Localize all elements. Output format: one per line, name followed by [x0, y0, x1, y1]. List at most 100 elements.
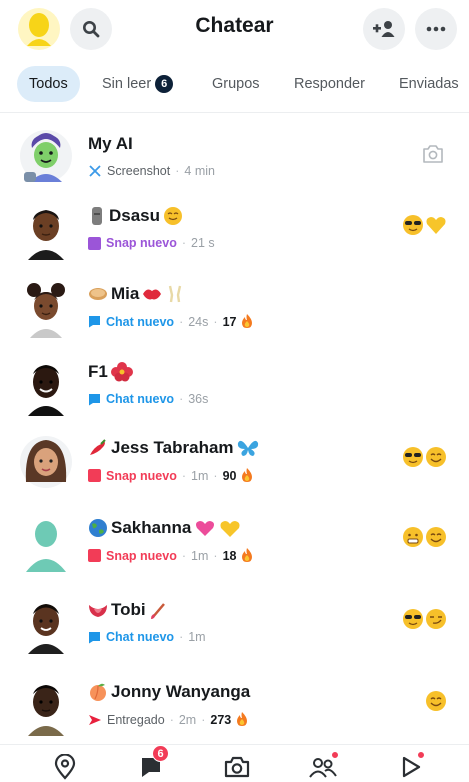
champagne-emoji-icon [169, 285, 182, 303]
filter-tabs: Todos Sin leer 6 Grupos Responder Enviada… [0, 64, 469, 104]
chat-row-sakhanna[interactable]: Sakhanna Snap nuevo · 1m · 18 [0, 504, 469, 580]
bread-emoji-icon [89, 288, 107, 300]
chat-status-line: Screenshot · 4 min [88, 164, 215, 178]
chat-name-text: Sakhanna [111, 518, 192, 537]
nav-stories[interactable] [308, 750, 340, 781]
snap-status-icon [88, 549, 101, 562]
chat-row-my-ai[interactable]: My AI Screenshot · 4 min [0, 120, 469, 196]
moai-emoji-icon [92, 207, 102, 225]
nav-map[interactable] [50, 753, 80, 781]
chat-name-text: Dsasu [109, 206, 161, 225]
chat-name: My AI [88, 134, 133, 154]
chat-name: Dsasu [88, 206, 183, 226]
separator-dot: · [175, 164, 180, 178]
chat-status-icon [89, 393, 100, 405]
more-button[interactable] [415, 8, 457, 50]
tab-enviadas[interactable]: Enviadas [387, 66, 469, 102]
search-button[interactable] [70, 8, 112, 50]
bitmoji-avatar [27, 283, 65, 338]
chat-name: Jonny Wanyanga [88, 682, 250, 702]
fire-emoji-icon [242, 548, 253, 562]
chat-row-tobi[interactable]: Tobi Chat nuevo · 1m [0, 586, 469, 662]
chat-name-text: Jess Tabraham [111, 438, 234, 457]
tab-label: Todos [29, 76, 68, 92]
chat-name: Tobi [88, 600, 169, 620]
hibiscus-emoji-icon [110, 362, 133, 382]
spotlight-notification-dot [416, 750, 426, 760]
chat-row-jess-tabraham[interactable]: Jess Tabraham Snap nuevo · 1m · 90 [0, 424, 469, 500]
separator-dot: · [179, 392, 184, 406]
smile-emoji-icon [426, 691, 446, 711]
chat-time: 1m [191, 548, 209, 563]
tab-todos[interactable]: Todos [17, 66, 80, 102]
separator-dot: · [181, 548, 187, 563]
chat-time: 21 s [191, 236, 215, 250]
map-pin-icon [54, 754, 76, 780]
bitmoji-avatar [28, 210, 64, 260]
chat-time: 1m [191, 468, 209, 483]
bottom-navigation: 6 [0, 744, 469, 782]
my-ai-avatar [20, 130, 72, 182]
yellow-heart-emoji-icon [426, 217, 446, 234]
chat-status-line: Snap nuevo · 1m · 18 [88, 548, 253, 563]
separator-dot: · [181, 236, 187, 250]
chat-row-mia[interactable]: Mia Chat nuevo · 24s · 17 [0, 270, 469, 346]
streak-count: 17 [222, 314, 237, 329]
nav-chat[interactable]: 6 [136, 745, 169, 781]
chat-status-line: Snap nuevo · 21 s [88, 236, 215, 250]
separator-dot: · [213, 314, 218, 329]
fire-emoji-icon [242, 468, 253, 482]
screenshot-icon [89, 165, 101, 177]
chat-name-text: Tobi [111, 600, 146, 619]
fire-emoji-icon [237, 712, 248, 726]
chat-row-jonny-wanyanga[interactable]: Jonny Wanyanga Entregado · 2m · 273 [0, 668, 469, 744]
chat-time: 36s [188, 392, 209, 406]
sunglasses-emoji-icon [403, 447, 423, 467]
friend-emojis [402, 446, 447, 468]
tab-label: Enviadas [399, 76, 459, 92]
separator-dot: · [181, 468, 187, 483]
profile-avatar-button[interactable] [18, 8, 60, 50]
divider [0, 112, 469, 113]
bitmoji-avatar [28, 685, 64, 736]
tab-sin-leer[interactable]: Sin leer 6 [90, 66, 185, 102]
chat-status: Chat nuevo [106, 314, 175, 329]
add-friend-button[interactable] [363, 8, 405, 50]
streak-count: 18 [222, 548, 237, 563]
chat-status: Chat nuevo [106, 392, 175, 406]
camera-reply-icon[interactable] [421, 144, 445, 164]
butterfly-emoji-icon [237, 440, 258, 456]
grimace-emoji-icon [403, 527, 423, 547]
yellow-heart-emoji-icon [220, 521, 240, 537]
separator-dot: · [179, 314, 184, 329]
chat-name-text: Mia [111, 284, 140, 303]
nav-camera[interactable] [222, 753, 252, 781]
chat-row-dsasu[interactable]: Dsasu Snap nuevo · 21 s [0, 192, 469, 268]
nav-spotlight[interactable] [396, 750, 426, 781]
chili-pepper-emoji-icon [90, 439, 106, 455]
chat-status: Snap nuevo [106, 468, 177, 483]
chat-status-line: Chat nuevo · 36s [88, 392, 208, 406]
camera-icon [224, 756, 250, 778]
globe-emoji-icon [89, 519, 107, 537]
chat-row-f1[interactable]: F1 Chat nuevo · 36s [0, 348, 469, 424]
chat-time: 1m [188, 630, 206, 644]
blush-emoji-icon [164, 207, 183, 225]
separator-dot: · [169, 712, 174, 727]
chat-status-line: Snap nuevo · 1m · 90 [88, 468, 253, 483]
tab-grupos[interactable]: Grupos [200, 66, 272, 102]
separator-dot: · [201, 712, 206, 727]
add-friend-icon [373, 21, 395, 37]
chat-name: Jess Tabraham [88, 438, 259, 458]
chat-status-icon [89, 631, 100, 643]
chat-name-text: F1 [88, 362, 108, 381]
separator-dot: · [213, 548, 218, 563]
tab-label: Sin leer [102, 76, 152, 92]
more-dots-icon [426, 26, 446, 32]
smile-emoji-icon [426, 527, 446, 547]
chat-time: 24s [188, 314, 209, 329]
tab-label: Grupos [212, 76, 260, 92]
delivered-arrow-icon [89, 714, 101, 725]
chat-unread-badge: 6 [152, 745, 169, 762]
tab-responder[interactable]: Responder [282, 66, 377, 102]
